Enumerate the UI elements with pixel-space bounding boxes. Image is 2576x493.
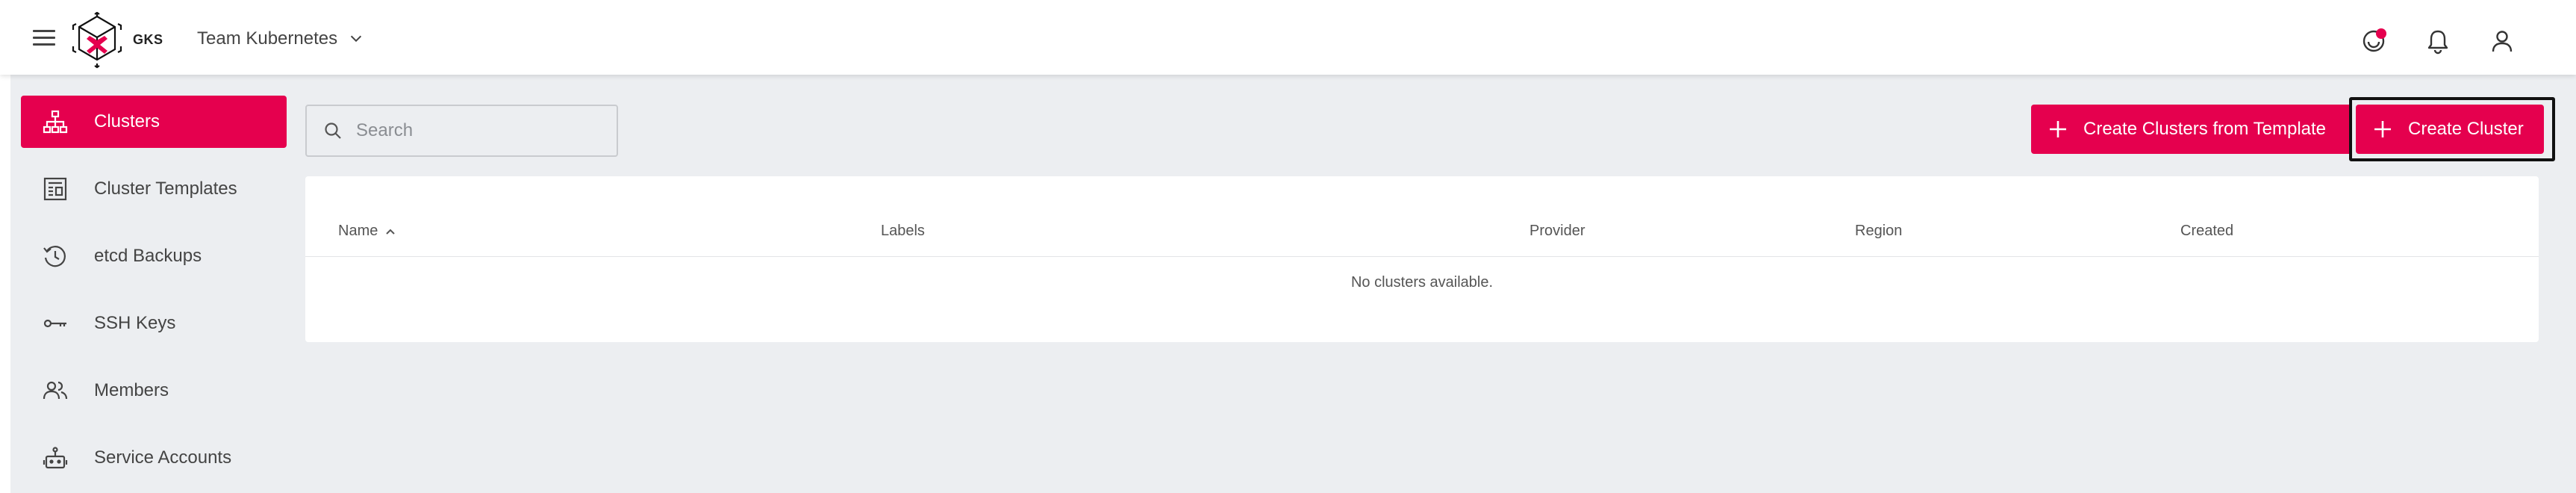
gks-logo[interactable] — [69, 11, 125, 69]
column-header-provider[interactable]: Provider — [1529, 223, 1585, 240]
top-header: GKS Team Kubernetes — [0, 0, 2576, 75]
sidebar-item-label: Clusters — [94, 111, 160, 131]
search-icon — [325, 123, 341, 139]
sidebar-item-cluster-templates[interactable]: Cluster Templates — [21, 163, 287, 215]
sidebar-item-label: etcd Backups — [94, 246, 202, 266]
account-icon[interactable] — [2488, 27, 2516, 55]
main-content: Clusters Cluster Templates etcd Backups … — [10, 75, 2576, 493]
clusters-table: Name Labels Provider Region Created No c… — [305, 176, 2539, 342]
column-header-created[interactable]: Created — [2180, 223, 2233, 240]
sidebar-item-label: Members — [94, 380, 169, 400]
sidebar-item-label: Service Accounts — [94, 447, 232, 468]
search-input[interactable] — [356, 120, 610, 141]
sidebar-item-members[interactable]: Members — [21, 365, 287, 417]
sidebar-item-ssh-keys[interactable]: SSH Keys — [21, 297, 287, 350]
bell-icon[interactable] — [2424, 27, 2452, 55]
table-header: Name Labels Provider Region Created — [305, 206, 2539, 257]
sidebar-item-label: Cluster Templates — [94, 179, 237, 199]
column-header-labels[interactable]: Labels — [881, 223, 925, 240]
template-icon — [42, 176, 69, 202]
robot-icon — [42, 444, 69, 471]
column-header-name[interactable]: Name — [338, 223, 397, 240]
search-box[interactable] — [305, 105, 618, 157]
sidebar-item-service-accounts[interactable]: Service Accounts — [21, 432, 287, 484]
sidebar-item-etcd-backups[interactable]: etcd Backups — [21, 230, 287, 282]
sidebar: Clusters Cluster Templates etcd Backups … — [21, 96, 287, 493]
project-name: Team Kubernetes — [197, 28, 338, 49]
sort-ascending-icon — [386, 229, 396, 235]
sidebar-item-label: SSH Keys — [94, 313, 176, 333]
chevron-down-icon — [350, 35, 362, 43]
button-label: Create Cluster — [2408, 119, 2524, 139]
button-label: Create Clusters from Template — [2083, 119, 2327, 139]
history-icon — [42, 243, 69, 270]
members-icon — [42, 377, 69, 404]
create-cluster-button[interactable]: Create Cluster — [2356, 105, 2544, 154]
theme-icon[interactable] — [2360, 27, 2388, 55]
sidebar-item-clusters[interactable]: Clusters — [21, 96, 287, 148]
notification-dot — [2376, 28, 2386, 39]
plus-icon — [2050, 121, 2066, 137]
plus-icon — [2374, 121, 2391, 137]
cluster-tree-icon — [42, 108, 69, 135]
project-selector[interactable]: Team Kubernetes — [197, 27, 364, 51]
column-header-region[interactable]: Region — [1855, 223, 1902, 240]
menu-icon[interactable] — [30, 27, 58, 48]
key-icon — [42, 310, 69, 337]
brand-name: GKS — [133, 32, 163, 47]
create-clusters-from-template-button[interactable]: Create Clusters from Template — [2031, 105, 2352, 154]
empty-state-message: No clusters available. — [1350, 273, 1494, 291]
